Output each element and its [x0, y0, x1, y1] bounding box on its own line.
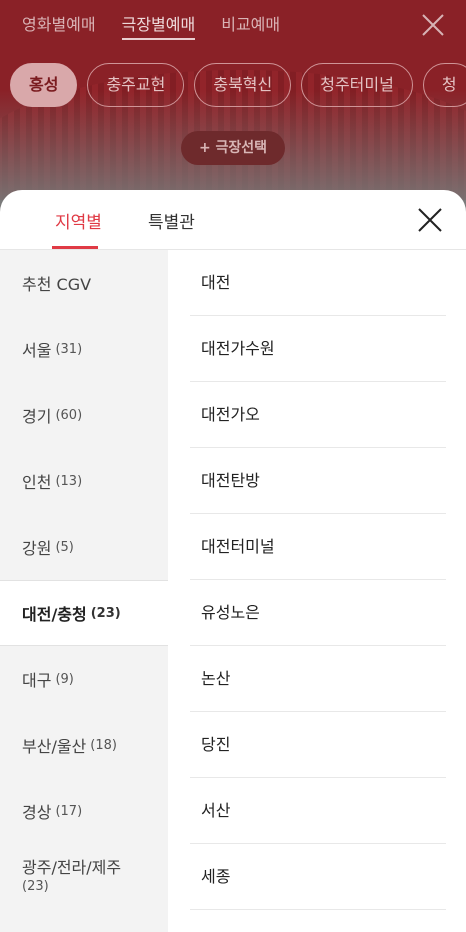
- background-header: 영화별예매 극장별예매 비교예매 홍성 충주교현 충북혁신 청주터미널 청 + …: [0, 0, 466, 200]
- tab-movie-booking[interactable]: 영화별예매: [22, 12, 96, 40]
- region-count: (17): [55, 803, 83, 819]
- region-count: (23): [22, 879, 49, 894]
- theater-item[interactable]: 서산: [190, 778, 446, 844]
- theater-item[interactable]: 유성노은: [190, 580, 446, 646]
- region-item[interactable]: 대구 (9): [0, 646, 168, 712]
- theater-item[interactable]: 대전: [190, 250, 446, 316]
- region-item-selected[interactable]: 대전/충청 (23): [0, 580, 168, 646]
- close-icon[interactable]: [420, 12, 446, 38]
- region-item[interactable]: 경기 (60): [0, 382, 168, 448]
- theater-chip[interactable]: 충주교현: [87, 63, 185, 107]
- region-item[interactable]: 광주/전라/제주 (23): [0, 844, 168, 910]
- region-name: 대구: [22, 671, 52, 690]
- region-item[interactable]: 추천 CGV: [0, 250, 168, 316]
- region-count: (18): [90, 737, 117, 753]
- theater-item[interactable]: 대전가수원: [190, 316, 446, 382]
- theater-chip-list: 홍성 충주교현 충북혁신 청주터미널 청: [10, 63, 466, 107]
- region-count: (9): [55, 671, 74, 687]
- theater-item[interactable]: 대전터미널: [190, 514, 446, 580]
- region-name: 인천: [22, 473, 52, 492]
- theater-chip[interactable]: 충북혁신: [194, 63, 292, 107]
- theater-item[interactable]: 대전탄방: [190, 448, 446, 514]
- close-icon[interactable]: [416, 206, 444, 234]
- tab-special-hall[interactable]: 특별관: [148, 208, 195, 233]
- add-theater-button[interactable]: + 극장선택: [181, 131, 285, 165]
- region-name: 추천 CGV: [22, 275, 92, 294]
- region-item[interactable]: 부산/울산 (18): [0, 712, 168, 778]
- region-item[interactable]: 인천 (13): [0, 448, 168, 514]
- sheet-tab-bar: 지역별 특별관: [0, 190, 466, 250]
- theater-select-sheet: 지역별 특별관 추천 CGV 서울 (31) 경기 (60) 인천 (13) 강…: [0, 190, 466, 932]
- region-name: 강원: [22, 539, 52, 558]
- region-count: (60): [55, 407, 83, 423]
- region-name: 서울: [22, 341, 52, 360]
- theater-item[interactable]: 세종: [190, 844, 446, 910]
- tab-theater-booking[interactable]: 극장별예매: [121, 12, 196, 40]
- theater-chip[interactable]: 청: [422, 63, 466, 107]
- theater-list: 대전 대전가수원 대전가오 대전탄방 대전터미널 유성노은 논산 당진 서산 세…: [190, 250, 446, 910]
- region-count: (5): [55, 539, 74, 555]
- region-item[interactable]: 강원 (5): [0, 514, 168, 580]
- region-name: 경기: [22, 407, 52, 426]
- tab-compare-booking[interactable]: 비교예매: [221, 12, 280, 40]
- region-name: 부산/울산: [22, 737, 87, 756]
- theater-chip[interactable]: 홍성: [10, 63, 78, 107]
- region-count: (31): [55, 341, 83, 357]
- region-name: 광주/전라/제주: [22, 858, 122, 877]
- region-list: 추천 CGV 서울 (31) 경기 (60) 인천 (13) 강원 (5) 대전…: [0, 250, 168, 932]
- booking-mode-tabs: 영화별예매 극장별예매 비교예매: [22, 12, 280, 40]
- active-tab-indicator: [52, 246, 98, 249]
- region-item[interactable]: 경상 (17): [0, 778, 168, 844]
- region-name: 경상: [22, 803, 52, 822]
- theater-item[interactable]: 대전가오: [190, 382, 446, 448]
- theater-chip[interactable]: 청주터미널: [301, 63, 413, 107]
- region-item[interactable]: 서울 (31): [0, 316, 168, 382]
- theater-item[interactable]: 논산: [190, 646, 446, 712]
- theater-item[interactable]: 당진: [190, 712, 446, 778]
- region-count: (13): [55, 473, 83, 489]
- tab-by-region[interactable]: 지역별: [55, 208, 102, 233]
- region-name: 대전/충청: [22, 605, 87, 624]
- region-count: (23): [90, 605, 121, 621]
